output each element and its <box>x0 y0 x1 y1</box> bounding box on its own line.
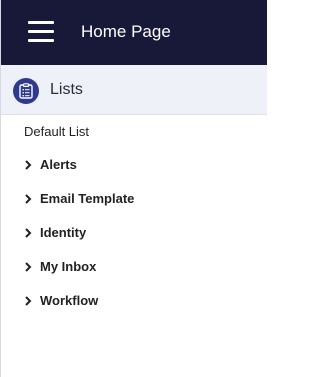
chevron-right-icon <box>25 228 32 238</box>
tree-item-alerts[interactable]: Alerts <box>1 150 267 184</box>
app-window: Home Page Lists Default List Alerts Emai… <box>0 0 267 377</box>
tree-item-my-inbox[interactable]: My Inbox <box>1 252 267 286</box>
tree-item-identity[interactable]: Identity <box>1 218 267 252</box>
lists-section-header: Lists <box>1 65 267 115</box>
top-bar: Home Page <box>1 0 267 65</box>
tree-item-label: Alerts <box>40 157 77 172</box>
chevron-right-icon <box>25 296 32 306</box>
tree-item-label: Workflow <box>40 293 99 308</box>
tree-item-label: My Inbox <box>40 259 97 274</box>
tree-item-workflow[interactable]: Workflow <box>1 286 267 320</box>
section-title: Lists <box>50 81 83 98</box>
chevron-right-icon <box>25 194 32 204</box>
hamburger-menu-icon[interactable] <box>28 21 54 43</box>
tree-item-label: Identity <box>40 225 87 240</box>
clipboard-list-icon <box>13 78 39 104</box>
page-title: Home Page <box>81 22 171 41</box>
hamburger-line <box>28 21 54 24</box>
tree-item-label: Email Template <box>40 191 135 206</box>
hamburger-line <box>28 39 54 42</box>
chevron-right-icon <box>25 262 32 272</box>
list-tree: Alerts Email Template Identity My Inbox … <box>1 150 267 320</box>
hamburger-line <box>28 30 54 33</box>
default-list-link[interactable]: Default List <box>24 124 89 139</box>
tree-item-email-template[interactable]: Email Template <box>1 184 267 218</box>
chevron-right-icon <box>25 160 32 170</box>
